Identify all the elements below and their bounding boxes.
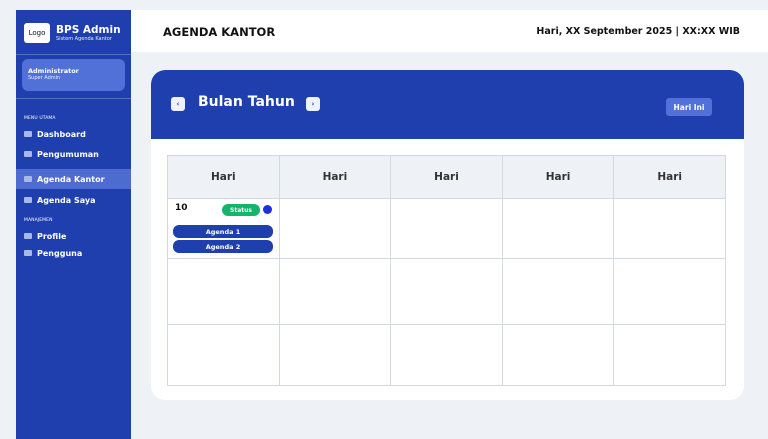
day-cell[interactable] <box>280 199 392 258</box>
calendar-grid: Hari Hari Hari Hari Hari 10 Status Agend… <box>167 155 726 386</box>
day-header: Hari <box>391 156 503 198</box>
sidebar-item-label: Agenda Saya <box>37 195 96 205</box>
day-cell[interactable] <box>614 325 725 385</box>
datetime: Hari, XX September 2025 | XX:XX WIB <box>536 26 740 37</box>
sidebar-item-label: Agenda Kantor <box>37 174 105 184</box>
topbar: AGENDA KANTOR Hari, XX September 2025 | … <box>131 10 768 52</box>
day-cell[interactable] <box>614 199 725 258</box>
day-cell[interactable] <box>280 259 392 324</box>
chevron-left-icon: ‹ <box>176 100 180 108</box>
users-icon <box>24 250 32 256</box>
prev-month-button[interactable]: ‹ <box>171 97 185 111</box>
section-title-manage: MANAJEMEN <box>24 218 53 223</box>
month-title: Bulan Tahun <box>198 94 295 110</box>
day-cell[interactable]: 10 Status Agenda 1 Agenda 2 <box>168 199 280 258</box>
week-row <box>168 259 725 325</box>
week-row <box>168 325 725 385</box>
calendar-icon <box>24 197 32 203</box>
user-name: Administrator <box>28 67 79 75</box>
user-card[interactable]: Administrator Super Admin <box>22 59 125 91</box>
day-cell[interactable] <box>168 325 280 385</box>
logo: Logo <box>24 23 50 43</box>
day-cell[interactable] <box>503 199 615 258</box>
agenda-item[interactable]: Agenda 1 <box>173 225 273 238</box>
section-title-main: MENU UTAMA <box>24 116 56 121</box>
brand-subtitle: Sistem Agenda Kantor <box>56 36 112 42</box>
sidebar: Logo BPS Admin Sistem Agenda Kantor Admi… <box>16 10 131 439</box>
chevron-right-icon: › <box>311 100 315 108</box>
announcement-icon <box>24 151 32 157</box>
day-header: Hari <box>657 171 682 183</box>
sidebar-item-label: Dashboard <box>37 129 86 139</box>
week-row: 10 Status Agenda 1 Agenda 2 <box>168 199 725 259</box>
day-number: 10 <box>175 203 188 213</box>
sidebar-item-pengumuman[interactable]: Pengumuman <box>16 144 131 164</box>
day-cell[interactable] <box>391 199 503 258</box>
day-cell[interactable] <box>391 325 503 385</box>
calendar-header: ‹ Bulan Tahun › Hari Ini <box>151 70 744 139</box>
user-role: Super Admin <box>28 75 61 81</box>
next-month-button[interactable]: › <box>306 97 320 111</box>
day-header-row: Hari Hari Hari Hari Hari <box>168 156 725 199</box>
agenda-item[interactable]: Agenda 2 <box>173 240 273 253</box>
sidebar-item-agenda-kantor[interactable]: Agenda Kantor <box>16 169 131 189</box>
dashboard-icon <box>24 131 32 137</box>
sidebar-item-pengguna[interactable]: Pengguna <box>16 243 131 263</box>
brand-title: BPS Admin <box>56 24 121 36</box>
status-badge: Status <box>222 204 260 216</box>
sidebar-item-agenda-saya[interactable]: Agenda Saya <box>16 190 131 210</box>
divider <box>16 54 131 55</box>
day-cell[interactable] <box>614 259 725 324</box>
status-dot <box>263 205 272 214</box>
calendar-icon <box>24 176 32 182</box>
page-title: AGENDA KANTOR <box>163 25 276 39</box>
today-button[interactable]: Hari Ini <box>666 98 712 116</box>
day-header: Hari <box>168 156 280 198</box>
brand: Logo BPS Admin Sistem Agenda Kantor <box>24 23 121 43</box>
day-cell[interactable] <box>503 325 615 385</box>
day-header: Hari <box>503 156 615 198</box>
day-header: Hari <box>280 156 392 198</box>
divider <box>16 98 131 99</box>
day-cell[interactable] <box>280 325 392 385</box>
sidebar-item-label: Pengumuman <box>37 149 99 159</box>
sidebar-item-dashboard[interactable]: Dashboard <box>16 124 131 144</box>
day-cell[interactable] <box>168 259 280 324</box>
profile-icon <box>24 233 32 239</box>
sidebar-item-label: Pengguna <box>37 248 83 258</box>
sidebar-item-label: Profile <box>37 231 67 241</box>
day-cell[interactable] <box>391 259 503 324</box>
day-cell[interactable] <box>503 259 615 324</box>
